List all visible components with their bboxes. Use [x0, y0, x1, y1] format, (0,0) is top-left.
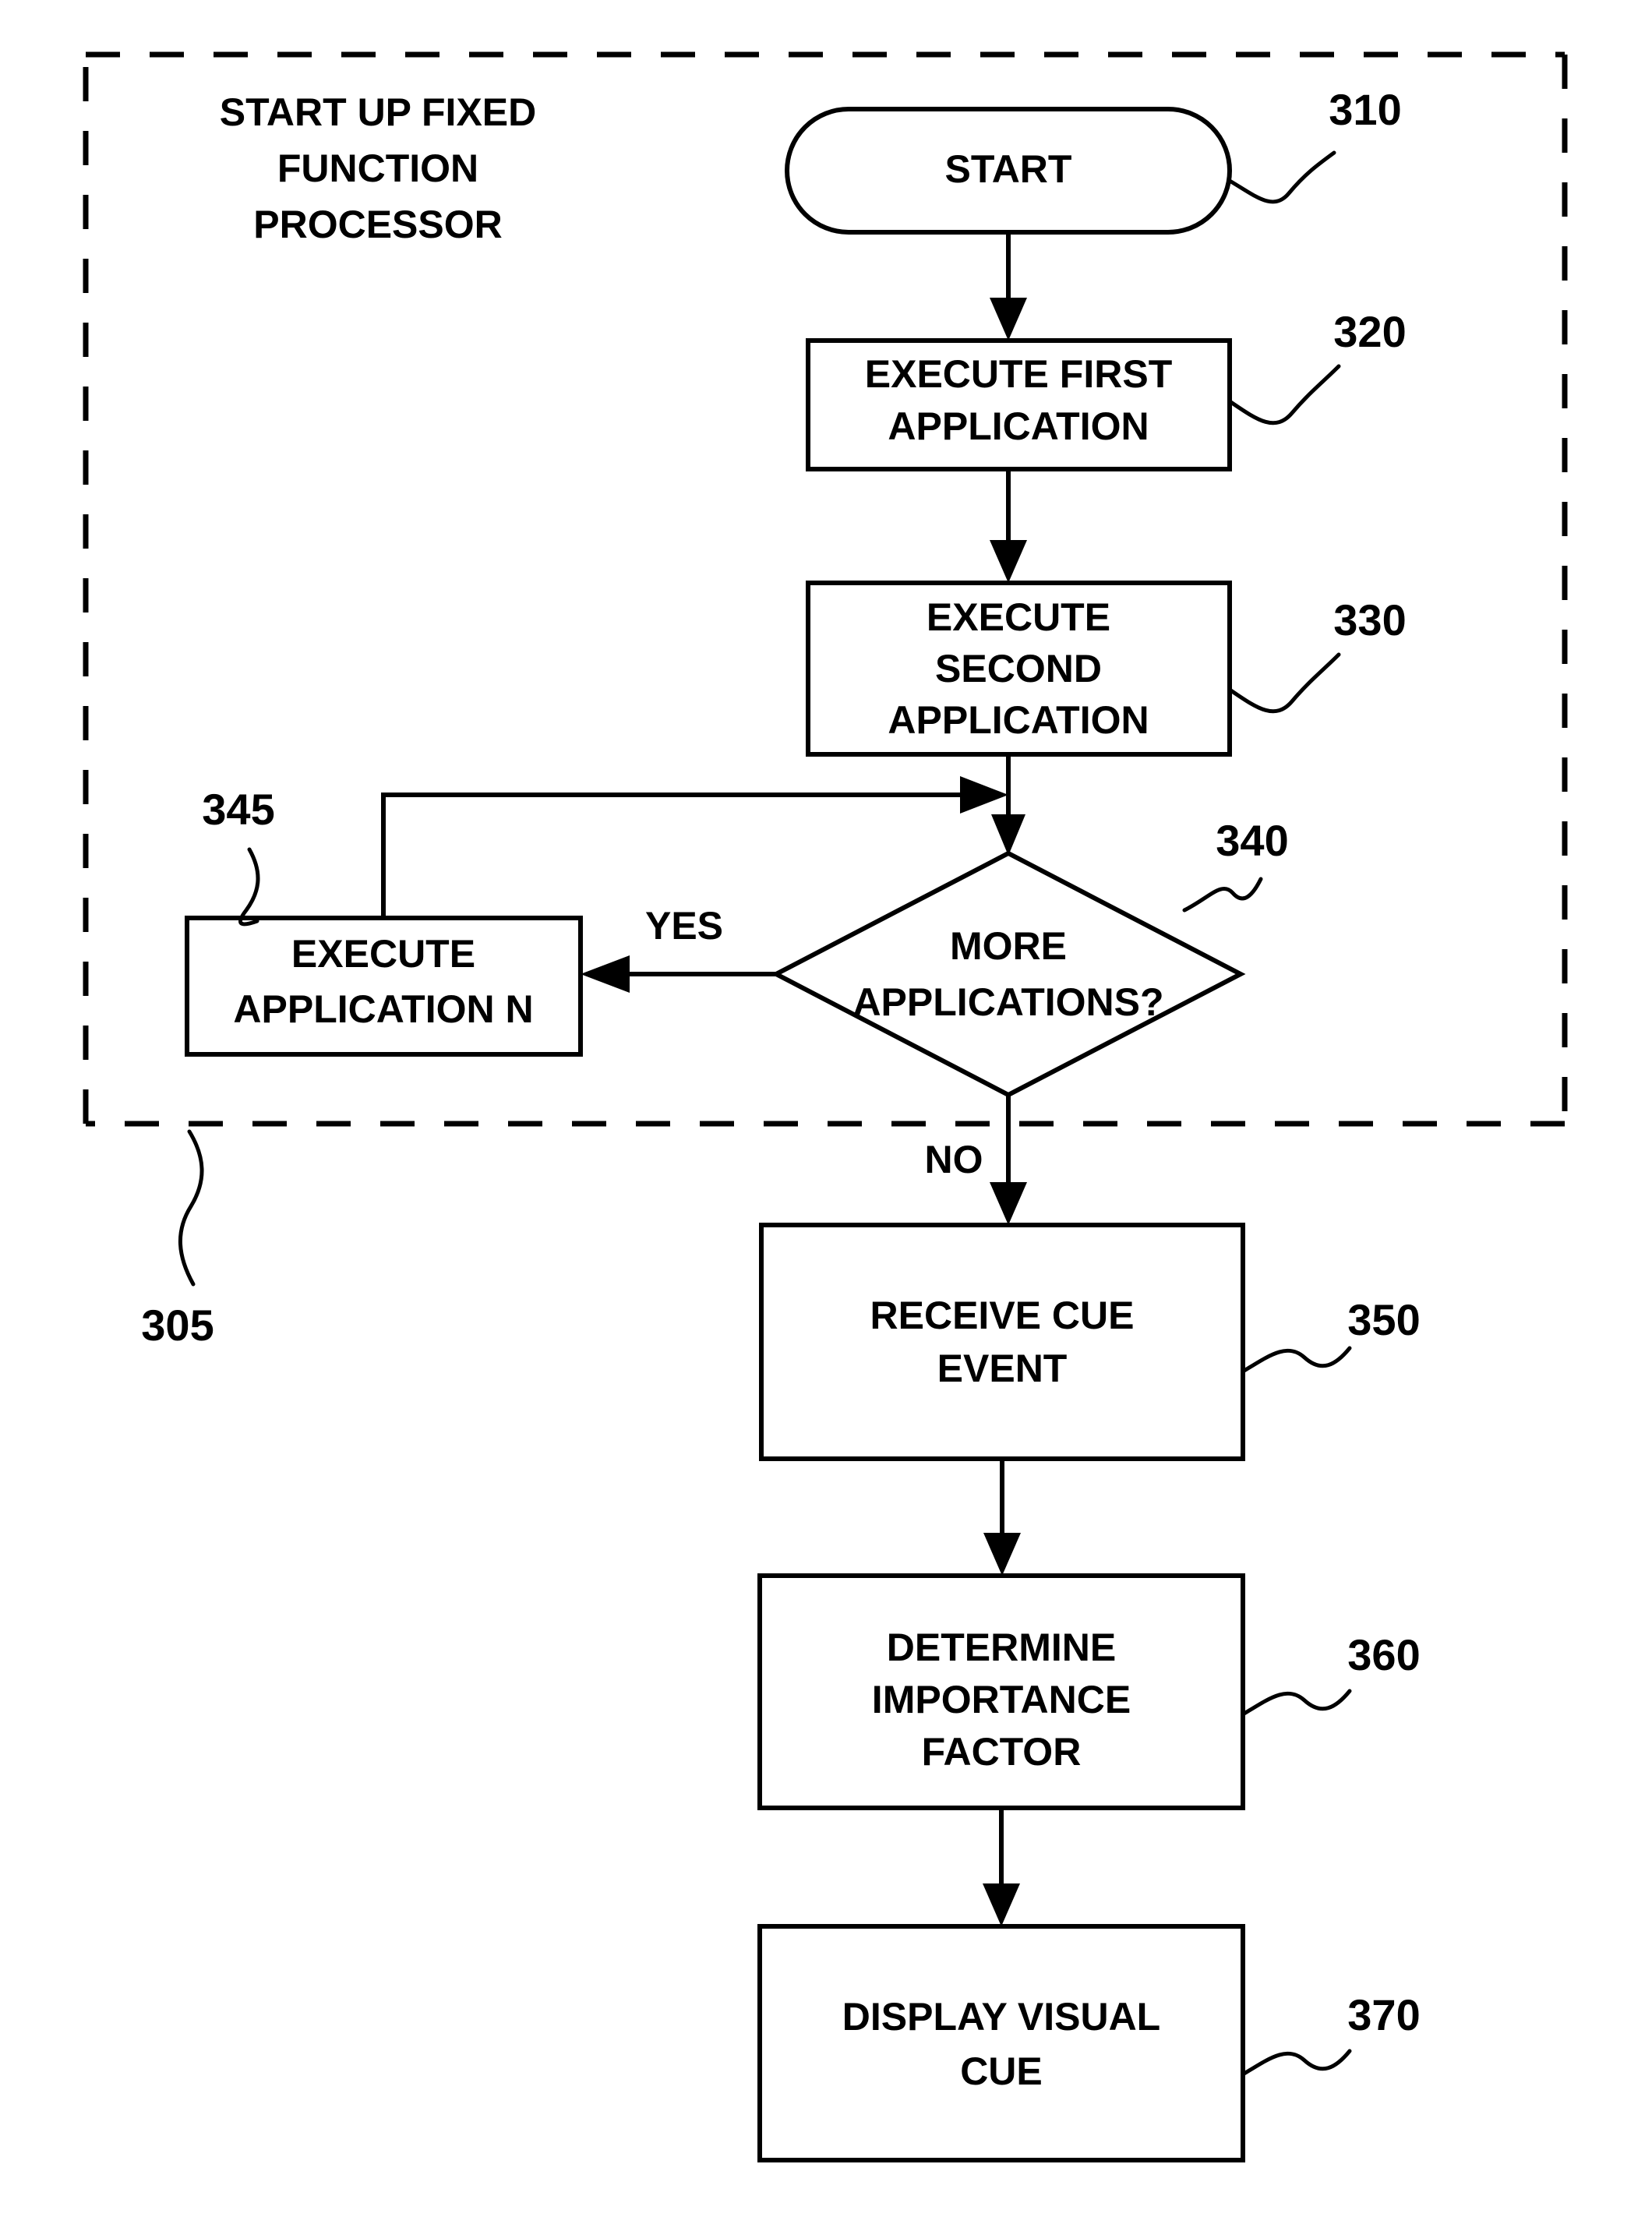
group-label-line-1: START UP FIXED: [220, 90, 537, 134]
node-execute-first-application-line-1: EXECUTE FIRST: [865, 352, 1172, 396]
edge-label-yes: YES: [645, 904, 723, 948]
ref-320-leader-line: [1227, 364, 1341, 425]
ref-350-leader-line: [1241, 1346, 1352, 1374]
ref-label-370: 370: [1347, 1990, 1420, 2039]
arrow-head-execute-app-n-feedback: [960, 776, 1008, 814]
node-display-visual-cue-line-1: DISPLAY VISUAL: [842, 1995, 1160, 2039]
ref-label-350: 350: [1347, 1295, 1420, 1344]
ref-label-340: 340: [1216, 816, 1288, 865]
node-more-applications-decision[interactable]: [771, 850, 1246, 1098]
node-determine-importance-factor-line-3: FACTOR: [922, 1730, 1082, 1774]
edge-label-no: NO: [925, 1138, 983, 1181]
ref-label-320: 320: [1333, 307, 1406, 356]
edge-execute-app-n-feedback: [381, 793, 960, 918]
ref-305-leader-line: [178, 1129, 204, 1287]
ref-label-345: 345: [202, 785, 274, 834]
node-receive-cue-event-line-2: EVENT: [937, 1347, 1068, 1390]
group-label-line-3: PROCESSOR: [253, 203, 503, 246]
ref-label-310: 310: [1329, 85, 1401, 134]
node-determine-importance-factor-line-2: IMPORTANCE: [872, 1678, 1131, 1721]
node-receive-cue-event-line-1: RECEIVE CUE: [870, 1294, 1135, 1337]
ref-label-360: 360: [1347, 1630, 1420, 1679]
node-determine-importance-factor-line-1: DETERMINE: [887, 1626, 1116, 1669]
flowchart-canvas: START UP FIXED FUNCTION PROCESSOR 305 ST…: [83, 51, 1568, 2162]
ref-330-leader-line: [1227, 652, 1341, 714]
node-display-visual-cue-line-2: CUE: [960, 2049, 1043, 2093]
ref-360-leader-line: [1241, 1689, 1352, 1717]
node-execute-first-application-line-2: APPLICATION: [888, 404, 1149, 448]
group-label-line-2: FUNCTION: [277, 147, 478, 190]
ref-340-leader-line: [1182, 877, 1263, 913]
node-execute-second-application-line-1: EXECUTE: [927, 595, 1110, 639]
node-execute-second-application-line-2: SECOND: [935, 647, 1102, 690]
arrow-head-decision-yes: [581, 955, 630, 993]
arrow-head-execute-second-to-decision: [991, 814, 1025, 856]
ref-label-330: 330: [1333, 595, 1406, 644]
ref-310-leader-line: [1227, 150, 1336, 204]
node-more-applications-line-2: APPLICATIONS?: [852, 980, 1163, 1024]
node-execute-application-n-line-1: EXECUTE: [291, 932, 475, 976]
arrow-head-execute-first-to-execute-second: [990, 540, 1027, 583]
ref-345-leader-line: [238, 847, 260, 927]
ref-label-305: 305: [141, 1301, 214, 1350]
arrow-head-start-to-execute-first: [990, 298, 1027, 341]
node-start-label: START: [945, 147, 1072, 191]
ref-370-leader-line: [1241, 2049, 1352, 2077]
node-execute-application-n-line-2: APPLICATION N: [233, 987, 533, 1031]
patent-flowchart-figure: START UP FIXED FUNCTION PROCESSOR 305 ST…: [0, 0, 1652, 2217]
arrow-head-receive-cue-event-to-determine-importance: [983, 1533, 1021, 1576]
arrow-head-decision-no: [990, 1182, 1027, 1225]
node-more-applications-line-1: MORE: [950, 924, 1067, 968]
node-display-visual-cue[interactable]: [757, 1924, 1245, 2162]
node-execute-second-application-line-3: APPLICATION: [888, 698, 1149, 742]
arrow-head-determine-importance-to-display-visual-cue: [983, 1883, 1020, 1926]
node-receive-cue-event[interactable]: [759, 1223, 1245, 1461]
